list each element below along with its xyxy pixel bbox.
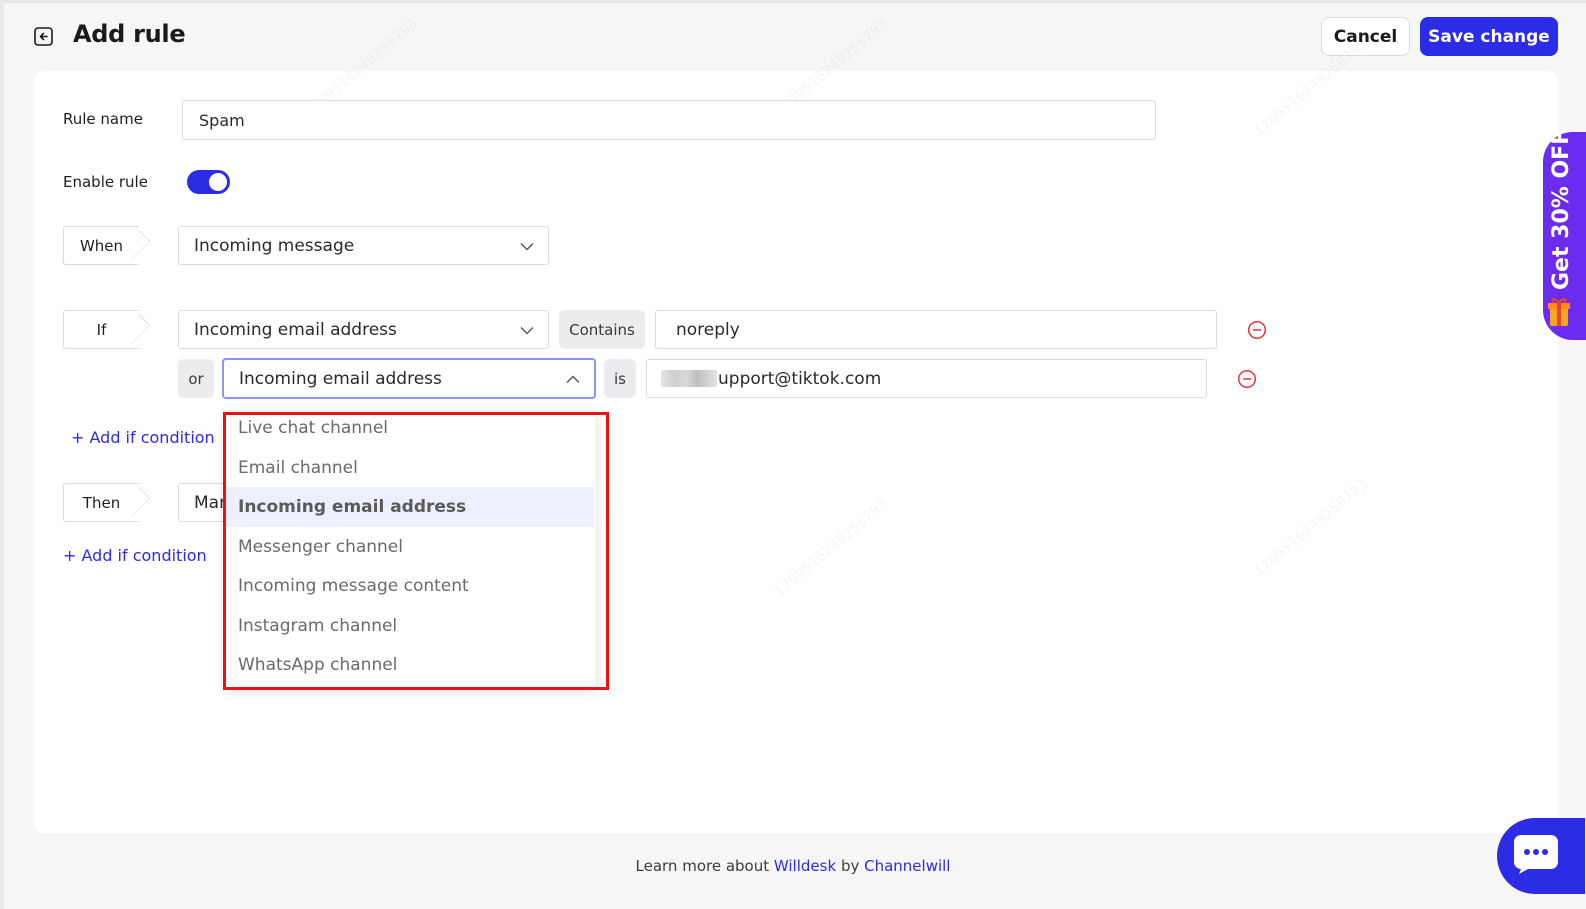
add-if-condition-link[interactable]: + Add if condition xyxy=(71,428,215,447)
dropdown-option[interactable]: Instagram channel xyxy=(224,606,594,646)
chat-bubble-icon xyxy=(1514,835,1558,874)
chevron-up-icon xyxy=(566,375,580,383)
back-arrow-icon[interactable] xyxy=(34,27,53,46)
condition-field-select[interactable]: Incoming email address xyxy=(178,310,549,349)
condition-value-input[interactable]: upport@tiktok.com xyxy=(646,359,1207,398)
remove-circle-icon[interactable] xyxy=(1237,369,1257,389)
footer-prefix: Learn more about xyxy=(635,857,770,875)
then-action-value: Mar xyxy=(194,492,227,513)
condition-value-input[interactable]: noreply xyxy=(655,310,1217,349)
dropdown-option-selected[interactable]: Incoming email address xyxy=(224,487,594,527)
dropdown-option[interactable]: WhatsApp channel xyxy=(224,645,594,685)
toggle-knob xyxy=(209,173,227,191)
when-trigger-select[interactable]: Incoming message xyxy=(178,226,549,265)
enable-rule-label: Enable rule xyxy=(63,173,148,191)
rule-name-label: Rule name xyxy=(63,110,143,128)
redacted-text xyxy=(661,370,717,387)
dropdown-option[interactable]: Messenger channel xyxy=(224,527,594,567)
promo-text: Get 30% OFF xyxy=(1549,129,1574,290)
dropdown-option[interactable]: Live chat channel xyxy=(224,411,594,448)
if-label: If xyxy=(96,320,107,339)
then-label: Then xyxy=(82,493,121,512)
condition-field-select-open[interactable]: Incoming email address xyxy=(222,358,596,399)
save-change-button[interactable]: Save change xyxy=(1420,17,1558,56)
field-dropdown-menu: Live chat channel Email channel Incoming… xyxy=(224,411,596,688)
or-connector: or xyxy=(178,359,214,398)
willdesk-link[interactable]: Willdesk xyxy=(774,857,836,875)
remove-circle-icon[interactable] xyxy=(1247,320,1267,340)
chevron-down-icon xyxy=(520,242,534,250)
add-then-condition-link[interactable]: + Add if condition xyxy=(63,546,207,565)
footer: Learn more about Willdesk by Channelwill xyxy=(0,857,1586,875)
dropdown-option[interactable]: Email channel xyxy=(224,448,594,488)
when-trigger-value: Incoming message xyxy=(194,235,355,256)
channelwill-link[interactable]: Channelwill xyxy=(864,857,950,875)
dropdown-option[interactable]: Incoming message content xyxy=(224,566,594,606)
condition-operator-select[interactable]: is xyxy=(604,359,636,398)
condition-operator-select[interactable]: Contains xyxy=(559,310,645,349)
left-border xyxy=(0,0,4,909)
condition-field-value: Incoming email address xyxy=(239,368,442,389)
when-tag: When xyxy=(63,226,151,265)
top-border xyxy=(0,0,1586,3)
when-label: When xyxy=(79,236,124,255)
condition-field-value: Incoming email address xyxy=(194,319,397,340)
gift-icon xyxy=(1548,298,1570,326)
condition-value-text: upport@tiktok.com xyxy=(718,368,882,389)
cancel-button[interactable]: Cancel xyxy=(1321,17,1410,56)
rule-name-input[interactable]: Spam xyxy=(182,100,1156,140)
enable-rule-toggle[interactable] xyxy=(187,170,230,194)
footer-by: by xyxy=(840,857,860,875)
page-title: Add rule xyxy=(73,20,186,48)
chevron-down-icon xyxy=(520,326,534,334)
if-tag: If xyxy=(63,310,151,349)
then-tag: Then xyxy=(63,483,151,522)
